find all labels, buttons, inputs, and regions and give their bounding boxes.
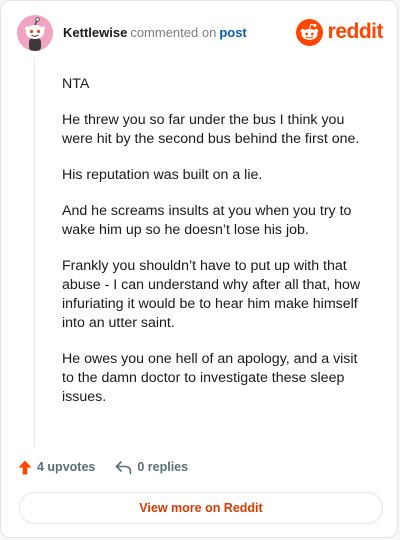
comment-embed-card: Kettlewise commented on post reddit NTA He… xyxy=(0,0,398,538)
comment-paragraph: NTA xyxy=(62,76,90,92)
comment-header: Kettlewise commented on post reddit xyxy=(17,15,384,51)
upvote-arrow-icon xyxy=(18,460,32,474)
reddit-brand[interactable]: reddit xyxy=(295,17,384,47)
upvotes-count: 4 upvotes xyxy=(37,460,96,474)
view-more-button[interactable]: View more on Reddit xyxy=(19,492,383,524)
thread-line xyxy=(34,59,35,447)
reply-arrow-icon xyxy=(116,460,132,474)
snoo-avatar-icon[interactable] xyxy=(17,15,53,51)
comment-paragraph: And he screams insults at you when you t… xyxy=(62,203,352,238)
comment-paragraph: He owes you one hell of an apology, and … xyxy=(62,351,358,405)
comment-body: NTA He threw you so far under the bus I … xyxy=(62,75,367,424)
comment-paragraph: He threw you so far under the bus I thin… xyxy=(62,112,360,147)
comment-action-text: commented on xyxy=(130,25,217,40)
username-link[interactable]: Kettlewise xyxy=(63,25,127,40)
reply-button[interactable]: 0 replies xyxy=(115,460,188,475)
comment-meta: Kettlewise commented on post xyxy=(63,25,247,41)
comment-paragraph: Frankly you shouldn’t have to put up wit… xyxy=(62,258,361,331)
comment-paragraph: His reputation was built on a lie. xyxy=(62,167,263,183)
post-link[interactable]: post xyxy=(219,25,246,40)
comment-actions: 4 upvotes 0 replies xyxy=(18,458,188,476)
reddit-wordmark: reddit xyxy=(327,20,384,43)
upvote-button[interactable]: 4 upvotes xyxy=(18,460,95,475)
replies-count: 0 replies xyxy=(137,460,189,474)
reddit-logo-icon xyxy=(295,18,323,46)
